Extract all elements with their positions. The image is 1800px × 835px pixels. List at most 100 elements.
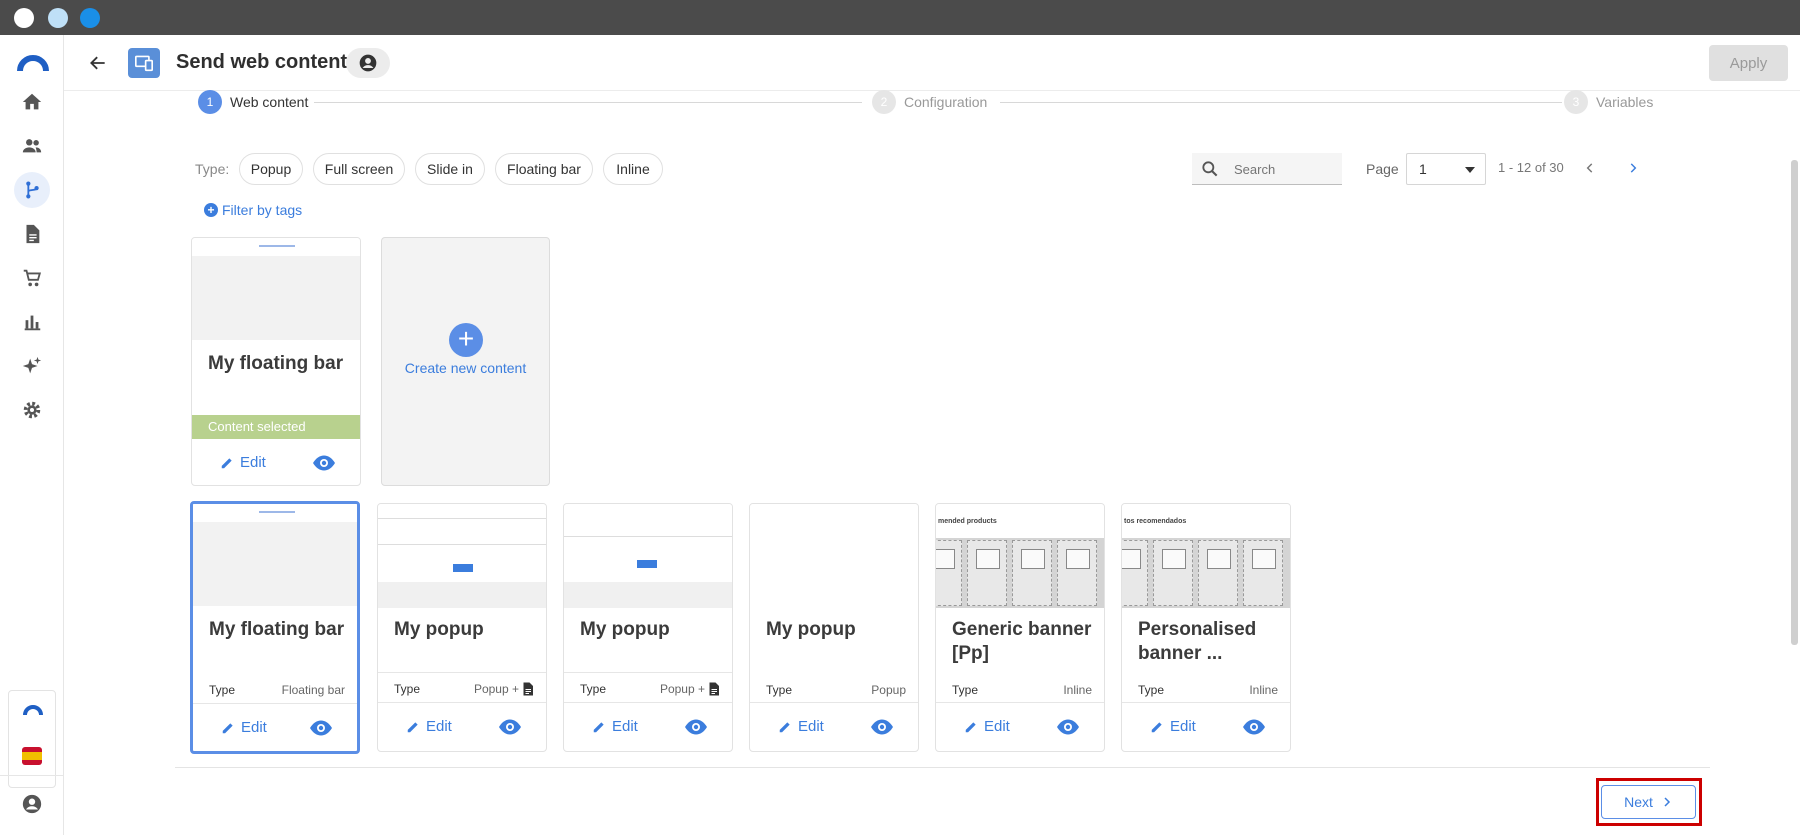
content-card[interactable]: My popup Type Popup + Edit bbox=[377, 503, 547, 752]
preview-eye-icon[interactable] bbox=[309, 719, 333, 742]
back-arrow-icon[interactable] bbox=[84, 49, 112, 77]
create-new-content-card[interactable]: + Create new content bbox=[381, 237, 550, 486]
sidebar-reports-icon[interactable] bbox=[14, 304, 50, 340]
popup-preview-footer bbox=[564, 582, 732, 608]
edit-label: Edit bbox=[426, 718, 452, 735]
apply-button[interactable]: Apply bbox=[1709, 45, 1788, 81]
preview-eye-icon[interactable] bbox=[1242, 718, 1266, 741]
content-card[interactable]: tos recomendados Personalised banner ...… bbox=[1121, 503, 1291, 752]
sidebar-contacts-icon[interactable] bbox=[14, 128, 50, 164]
pagination-range: 1 - 12 of 30 bbox=[1498, 160, 1564, 175]
edit-button[interactable]: Edit bbox=[778, 718, 824, 735]
edit-label: Edit bbox=[798, 718, 824, 735]
card-title: My floating bar bbox=[209, 619, 345, 640]
user-profile-chip[interactable] bbox=[346, 48, 390, 78]
content-card[interactable]: My popup Type Popup Edit bbox=[749, 503, 919, 752]
spain-flag-icon[interactable] bbox=[22, 747, 42, 765]
floating-bar-preview bbox=[192, 238, 360, 256]
type-label: Type bbox=[580, 682, 607, 696]
card-actions: Edit bbox=[193, 703, 357, 751]
preview-eye-icon[interactable] bbox=[1056, 718, 1080, 741]
content-selected-status: Content selected bbox=[192, 415, 360, 439]
account-switcher[interactable] bbox=[8, 690, 56, 788]
step-2-circle[interactable]: 2 bbox=[872, 90, 896, 114]
step-2-label[interactable]: Configuration bbox=[904, 94, 987, 110]
banner-preview-heading: mended products bbox=[938, 518, 997, 525]
document-icon bbox=[523, 682, 533, 696]
page-label: Page bbox=[1366, 161, 1399, 177]
type-chip-inline[interactable]: Inline bbox=[603, 153, 663, 185]
card-type-row: Type Popup + bbox=[564, 672, 732, 702]
type-value: Floating bar bbox=[281, 683, 345, 697]
sidebar-home-icon[interactable] bbox=[14, 84, 50, 120]
preview-eye-icon[interactable] bbox=[312, 454, 336, 477]
content-card[interactable]: mended products Generic banner [Pp] Type… bbox=[935, 503, 1105, 752]
popup-preview-button bbox=[453, 564, 473, 572]
chevron-right-icon bbox=[1664, 797, 1670, 807]
page-select[interactable]: 1 bbox=[1406, 153, 1486, 185]
search-input[interactable] bbox=[1234, 153, 1334, 185]
pencil-icon bbox=[1151, 721, 1162, 732]
edit-button[interactable]: Edit bbox=[406, 718, 452, 735]
step-1-circle[interactable]: 1 bbox=[198, 90, 222, 114]
step-1-label[interactable]: Web content bbox=[230, 94, 308, 110]
filter-by-tags-label: Filter by tags bbox=[222, 202, 303, 218]
banner-preview-product bbox=[1198, 540, 1238, 606]
sidebar-divider bbox=[0, 775, 64, 776]
card-actions: Edit bbox=[564, 702, 732, 751]
search-field[interactable] bbox=[1192, 153, 1342, 185]
edit-button[interactable]: Edit bbox=[1150, 718, 1196, 735]
floating-bar-preview-line bbox=[259, 511, 295, 513]
preview-eye-icon[interactable] bbox=[870, 718, 894, 741]
edit-button[interactable]: Edit bbox=[592, 718, 638, 735]
content-card[interactable]: My popup Type Popup + Edit bbox=[563, 503, 733, 752]
pencil-icon bbox=[593, 721, 604, 732]
card-type-row: Type Popup + bbox=[378, 672, 546, 702]
next-page-chevron-icon[interactable] bbox=[1620, 155, 1646, 181]
step-3-label[interactable]: Variables bbox=[1596, 94, 1653, 110]
step-3-circle[interactable]: 3 bbox=[1564, 90, 1588, 114]
card-actions: Edit bbox=[192, 439, 360, 485]
user-account-icon[interactable] bbox=[14, 786, 50, 822]
card-actions: Edit bbox=[750, 702, 918, 751]
card-actions: Edit bbox=[1122, 702, 1290, 751]
banner-preview-product bbox=[936, 540, 962, 606]
sidebar-cart-icon[interactable] bbox=[14, 260, 50, 296]
preview-eye-icon[interactable] bbox=[498, 718, 522, 741]
floating-bar-preview bbox=[193, 504, 357, 522]
edit-button[interactable]: Edit bbox=[220, 454, 266, 471]
type-chip-full-screen[interactable]: Full screen bbox=[313, 153, 405, 185]
type-chip-floating-bar[interactable]: Floating bar bbox=[495, 153, 593, 185]
edit-label: Edit bbox=[612, 718, 638, 735]
page-select-value: 1 bbox=[1419, 161, 1427, 177]
app-logo-icon[interactable] bbox=[17, 53, 49, 73]
edit-button[interactable]: Edit bbox=[221, 719, 267, 736]
edit-label: Edit bbox=[984, 718, 1010, 735]
sidebar-settings-gear-icon[interactable] bbox=[14, 392, 50, 428]
window-close-dot[interactable] bbox=[14, 8, 34, 28]
sidebar-flows-icon[interactable] bbox=[14, 172, 50, 208]
window-minimize-dot[interactable] bbox=[48, 8, 68, 28]
type-chip-popup[interactable]: Popup bbox=[239, 153, 303, 185]
edit-label: Edit bbox=[240, 454, 266, 471]
vertical-scrollbar[interactable] bbox=[1791, 160, 1798, 645]
type-label: Type bbox=[1138, 683, 1165, 697]
banner-preview-product bbox=[1122, 540, 1148, 606]
sidebar-ai-sparkle-icon[interactable] bbox=[14, 348, 50, 384]
selected-content-card[interactable]: My floating bar Content selected Edit bbox=[191, 237, 361, 486]
add-circle-icon: + bbox=[449, 323, 483, 357]
edit-button[interactable]: Edit bbox=[964, 718, 1010, 735]
type-value: Inline bbox=[1249, 683, 1278, 697]
next-button[interactable]: Next bbox=[1601, 785, 1696, 819]
search-icon bbox=[1202, 161, 1218, 177]
content-card[interactable]: My floating bar Type Floating bar Edit bbox=[190, 501, 360, 754]
filter-by-tags-link[interactable]: + Filter by tags bbox=[204, 202, 302, 218]
type-value-wrapper: Popup + bbox=[660, 682, 720, 696]
type-chip-slide-in[interactable]: Slide in bbox=[415, 153, 485, 185]
type-label: Type bbox=[394, 682, 421, 696]
window-maximize-dot[interactable] bbox=[80, 8, 100, 28]
prev-page-chevron-icon[interactable] bbox=[1577, 155, 1603, 181]
preview-eye-icon[interactable] bbox=[684, 718, 708, 741]
sidebar-content-icon[interactable] bbox=[14, 216, 50, 252]
footer-divider bbox=[175, 767, 1710, 768]
